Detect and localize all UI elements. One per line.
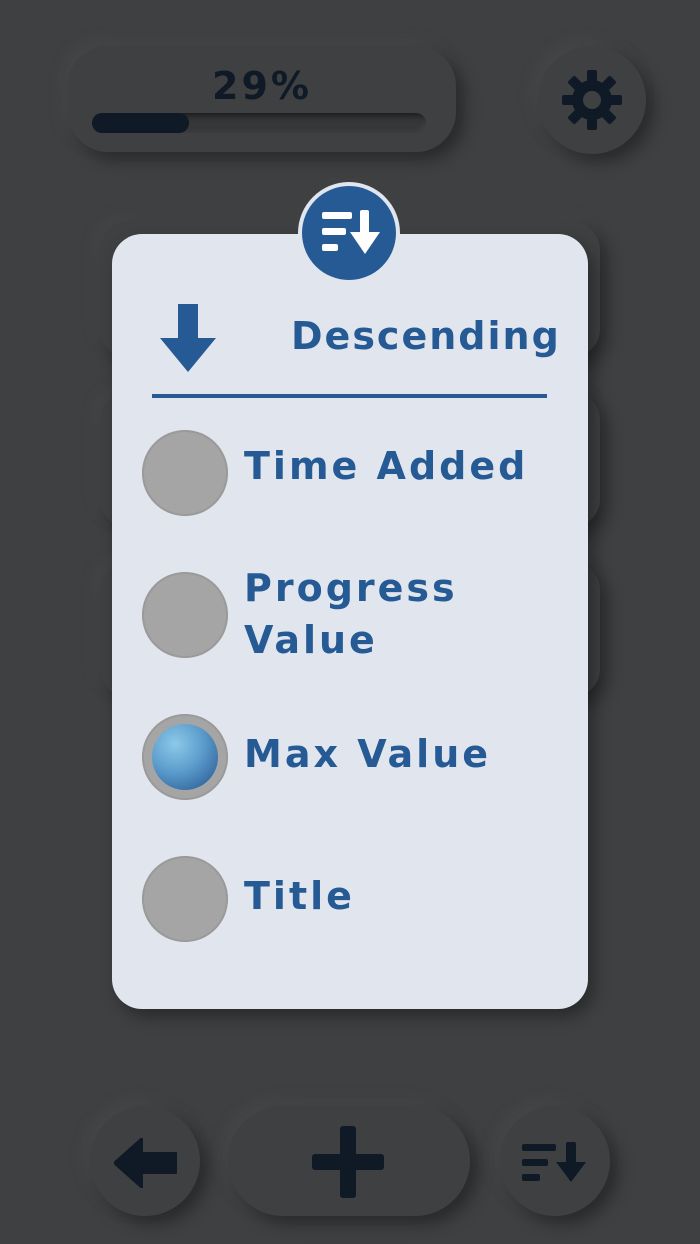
sort-badge-circle: [302, 186, 396, 280]
radio-button[interactable]: [142, 856, 228, 942]
radio-button[interactable]: [142, 430, 228, 516]
sort-dialog: Descending Time Added Progress Value Max…: [112, 234, 588, 1009]
sort-button[interactable]: [500, 1106, 610, 1216]
sort-dialog-badge: [298, 182, 400, 284]
add-button[interactable]: [228, 1106, 470, 1216]
sort-order-label: Descending: [291, 314, 561, 358]
overall-progress-percent: 29%: [212, 64, 312, 108]
arrow-left-icon: [114, 1138, 177, 1188]
sort-descending-icon: [322, 210, 380, 254]
radio-button[interactable]: [142, 572, 228, 658]
sort-option-label: Title: [244, 874, 355, 918]
plus-icon: [312, 1126, 384, 1198]
sort-option-label: Max Value: [244, 732, 492, 776]
overall-progress-track: [92, 113, 426, 133]
sort-order-toggle[interactable]: Descending: [156, 298, 559, 378]
back-button[interactable]: [90, 1106, 200, 1216]
sort-option-time-added[interactable]: Time Added: [142, 430, 562, 516]
sort-option-label: Progress Value: [244, 566, 458, 662]
gear-icon: [562, 70, 622, 130]
divider: [152, 394, 547, 398]
app-screen: 29% Descending Time Added Progress Value…: [0, 0, 700, 1244]
sort-option-title[interactable]: Title: [142, 856, 562, 942]
sort-descending-icon: [522, 1142, 586, 1182]
overall-progress-fill: [92, 113, 189, 133]
sort-option-label: Time Added: [244, 444, 529, 488]
radio-button-selected[interactable]: [142, 714, 228, 800]
overall-progress-card: 29%: [68, 46, 456, 152]
sort-option-progress-value[interactable]: Progress Value: [142, 566, 562, 676]
sort-option-max-value[interactable]: Max Value: [142, 714, 562, 800]
settings-button[interactable]: [538, 46, 646, 154]
arrow-down-icon: [160, 304, 216, 372]
